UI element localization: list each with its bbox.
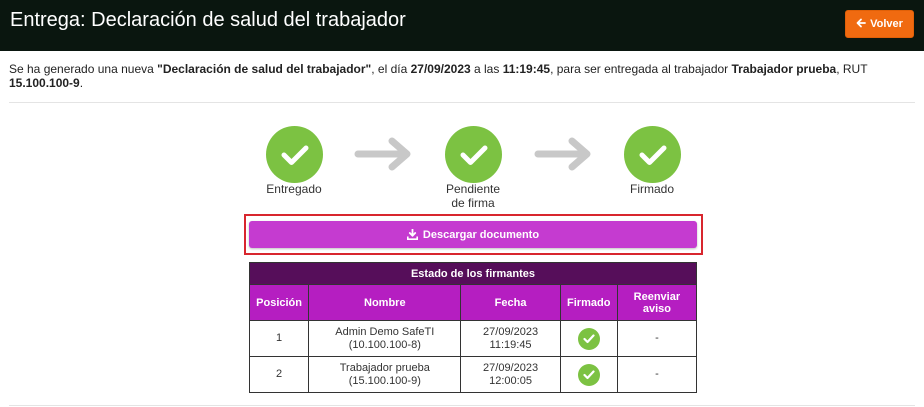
step-pending-status <box>445 126 502 183</box>
arrow-right-icon <box>354 137 411 171</box>
download-document-label: Descargar documento <box>422 228 540 241</box>
check-icon <box>639 145 666 165</box>
worker-name: Trabajador prueba <box>731 62 837 76</box>
delivery-description: Se ha generado una nueva "Declaración de… <box>9 62 868 90</box>
column-header-position: Posición <box>248 284 310 321</box>
arrow-left-icon <box>856 18 866 31</box>
table-row: 1 Admin Demo SafeTI (10.100.100-8) 27/09/… <box>248 320 698 357</box>
cell-position: 1 <box>248 320 310 357</box>
check-circle-icon <box>577 363 600 386</box>
back-button[interactable]: Volver <box>845 10 914 38</box>
column-header-date: Fecha <box>460 284 561 321</box>
step-pending-label: Pendiente de firma <box>445 182 501 210</box>
document-name: "Declaración de salud del trabajador" <box>157 62 372 76</box>
cell-signed <box>559 320 618 357</box>
back-button-label: Volver <box>870 18 903 30</box>
column-header-signed: Firmado <box>559 284 618 321</box>
cell-resend: - <box>616 320 698 357</box>
cell-name: Trabajador prueba (15.100.100-9) <box>308 356 462 393</box>
check-icon <box>460 145 487 165</box>
step-delivered-status <box>266 126 323 183</box>
signers-table: Estado de los firmantes Posición Nombre … <box>248 262 698 393</box>
worker-rut: 15.100.100-9 <box>9 76 80 90</box>
page-title: Entrega: Declaración de salud del trabaj… <box>10 9 406 31</box>
check-icon <box>281 145 308 165</box>
cell-name: Admin Demo SafeTI (10.100.100-8) <box>308 320 462 357</box>
cell-position: 2 <box>248 356 310 393</box>
column-header-name: Nombre <box>308 284 462 321</box>
arrow-right-icon <box>534 137 591 171</box>
cell-date: 27/09/2023 12:00:05 <box>460 356 561 393</box>
divider <box>9 405 915 406</box>
delivery-time: 11:19:45 <box>502 62 551 76</box>
delivery-date: 27/09/2023 <box>410 62 471 76</box>
cell-signed <box>559 356 618 393</box>
signers-table-caption: Estado de los firmantes <box>249 262 697 285</box>
download-icon <box>406 229 418 240</box>
column-header-resend: Reenviar aviso <box>616 284 698 321</box>
download-document-button[interactable]: Descargar documento <box>249 221 697 248</box>
cell-resend: - <box>616 356 698 393</box>
header-bar: Entrega: Declaración de salud del trabaj… <box>0 0 924 51</box>
step-delivered-label: Entregado <box>266 182 322 196</box>
table-row: 2 Trabajador prueba (15.100.100-9) 27/09/… <box>248 356 698 393</box>
check-circle-icon <box>577 327 600 350</box>
step-signed-status <box>624 126 681 183</box>
step-signed-label: Firmado <box>629 182 674 196</box>
cell-date: 27/09/2023 11:19:45 <box>460 320 561 357</box>
divider <box>9 102 915 103</box>
